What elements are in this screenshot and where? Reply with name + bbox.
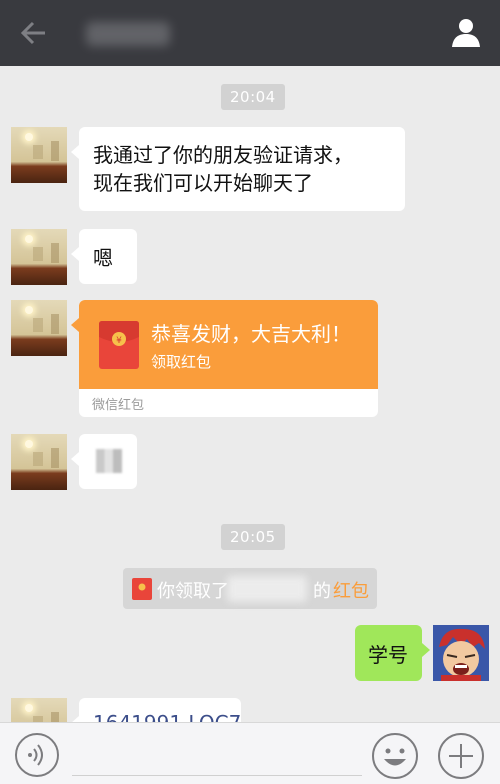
message-text: 现在我们可以开始聊天了 bbox=[93, 171, 313, 195]
timestamp: 20:04 bbox=[221, 84, 285, 110]
red-envelope-icon bbox=[132, 578, 152, 600]
avatar-detail bbox=[33, 247, 43, 261]
timestamp: 20:05 bbox=[221, 524, 285, 550]
red-packet-card[interactable]: ¥ 恭喜发财，大吉大利！ 领取红包 微信红包 bbox=[71, 300, 378, 417]
voice-icon[interactable] bbox=[14, 732, 60, 778]
contact-avatar[interactable] bbox=[11, 127, 67, 183]
avatar-detail bbox=[51, 314, 59, 334]
my-avatar[interactable] bbox=[433, 625, 489, 681]
avatar-light bbox=[25, 704, 33, 712]
red-packet-title: 恭喜发财，大吉大利！ bbox=[151, 322, 351, 346]
contact-avatar[interactable] bbox=[11, 300, 67, 356]
avatar-light bbox=[25, 306, 33, 314]
red-packet-link[interactable]: 红包 bbox=[333, 577, 369, 603]
contact-avatar[interactable] bbox=[11, 434, 67, 490]
pixelated-content bbox=[96, 449, 122, 473]
red-packet-header: ¥ 恭喜发财，大吉大利！ 领取红包 bbox=[79, 300, 378, 389]
contact-avatar[interactable] bbox=[11, 229, 67, 285]
avatar-detail bbox=[51, 243, 59, 263]
message-text: 我通过了你的朋友验证请求， bbox=[93, 143, 353, 167]
avatar-detail bbox=[51, 141, 59, 161]
input-bar bbox=[0, 722, 500, 784]
red-envelope-icon: ¥ bbox=[99, 321, 139, 369]
message-input[interactable] bbox=[72, 775, 362, 776]
my-message-bubble[interactable]: 学号 bbox=[355, 625, 430, 681]
red-packet-footer: 微信红包 bbox=[92, 398, 145, 413]
avatar-light bbox=[25, 133, 33, 141]
message-bubble[interactable]: 我通过了你的朋友验证请求， 现在我们可以开始聊天了 bbox=[71, 127, 405, 211]
avatar-detail bbox=[33, 452, 43, 466]
avatar-detail bbox=[51, 448, 59, 468]
message-bubble[interactable]: 嗯 bbox=[71, 229, 137, 284]
avatar-light bbox=[25, 235, 33, 243]
back-arrow-icon[interactable] bbox=[20, 21, 46, 45]
message-text: 嗯 bbox=[93, 246, 113, 270]
red-packet-subtitle: 领取红包 bbox=[151, 353, 212, 371]
notice-text: 你领取了 bbox=[157, 581, 229, 602]
blurred-name bbox=[227, 576, 307, 602]
avatar-light bbox=[25, 440, 33, 448]
avatar-detail bbox=[33, 318, 43, 332]
notice-text: 的 bbox=[313, 581, 331, 602]
message-text: 学号 bbox=[368, 643, 408, 667]
red-packet-received-notice: 你领取了 的 红包 bbox=[123, 568, 377, 609]
svg-text:¥: ¥ bbox=[116, 336, 122, 346]
cartoon-face-icon bbox=[433, 625, 489, 681]
person-icon[interactable] bbox=[450, 16, 482, 48]
avatar-detail bbox=[33, 145, 43, 159]
emoji-icon[interactable] bbox=[371, 732, 419, 780]
chat-title-blurred bbox=[86, 22, 170, 46]
top-bar bbox=[0, 0, 500, 66]
plus-icon[interactable] bbox=[437, 732, 485, 780]
